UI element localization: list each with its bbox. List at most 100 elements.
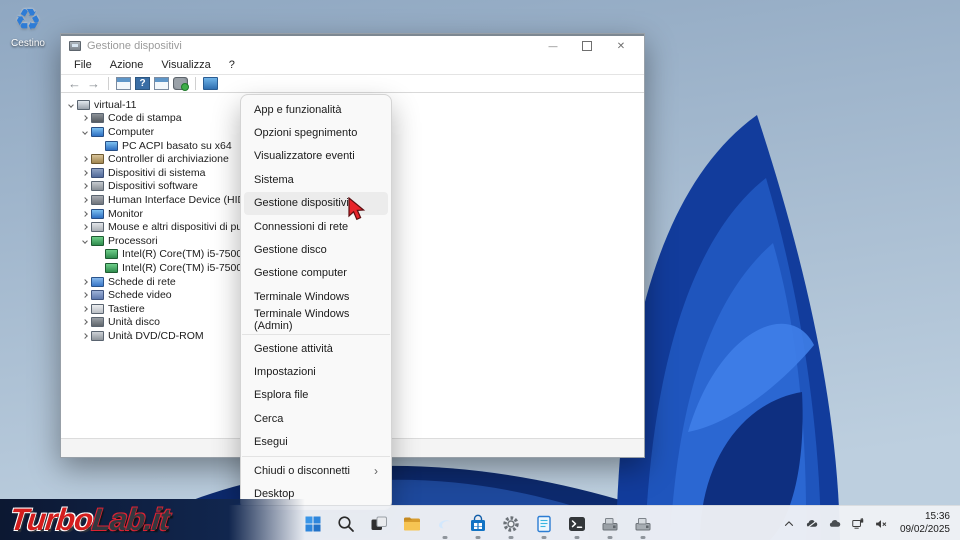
computer-management-icon xyxy=(633,514,653,534)
turbolab-watermark: TurboLab.it xyxy=(0,499,305,540)
menu-separator xyxy=(242,334,390,335)
tray-onedrive-paused-button[interactable] xyxy=(802,513,822,535)
tree-expand-chevron-icon[interactable] xyxy=(79,130,91,134)
tree-expand-chevron-icon[interactable] xyxy=(79,171,91,175)
running-indicator-dot xyxy=(607,536,612,539)
winx-item-esplora-file[interactable]: Esplora file xyxy=(244,384,388,407)
cpu-device-icon xyxy=(91,236,104,246)
taskbar-terminal-button[interactable] xyxy=(560,508,593,540)
winx-item-opzioni-spegnimento[interactable]: Opzioni spegnimento xyxy=(244,121,388,144)
back-icon[interactable] xyxy=(67,77,82,90)
tree-spacer xyxy=(93,266,105,270)
tray-hidden-icons-chevron-button[interactable] xyxy=(779,513,799,535)
computer-device-icon xyxy=(77,100,90,110)
tree-expand-chevron-icon[interactable] xyxy=(79,320,91,324)
recycle-bin-icon: ♻ xyxy=(6,4,50,38)
winx-item-gestione-disco[interactable]: Gestione disco xyxy=(244,238,388,261)
winx-item-terminale-windows[interactable]: Terminale Windows xyxy=(244,285,388,308)
tree-expand-chevron-icon[interactable] xyxy=(79,307,91,311)
running-indicator-dot xyxy=(475,536,480,539)
tree-expand-chevron-icon[interactable] xyxy=(79,293,91,297)
winx-item-gestione-computer[interactable]: Gestione computer xyxy=(244,262,388,285)
taskbar-clock[interactable]: 15:36 09/02/2025 xyxy=(894,511,954,536)
search-icon xyxy=(336,514,356,534)
dvd-device-icon xyxy=(91,331,104,341)
tray-cloud-button[interactable] xyxy=(825,513,845,535)
storage-device-icon xyxy=(91,154,104,164)
tree-expand-chevron-icon[interactable] xyxy=(65,103,77,107)
taskbar-edge-button[interactable] xyxy=(428,508,461,540)
cpu-device-icon xyxy=(105,263,118,273)
tree-expand-chevron-icon[interactable] xyxy=(79,239,91,243)
winx-item-app-e-funzionalit[interactable]: App e funzionalità xyxy=(244,98,388,121)
scan-hardware-icon[interactable] xyxy=(173,77,188,90)
taskbar-search-button[interactable] xyxy=(329,508,362,540)
forward-icon[interactable] xyxy=(86,77,101,90)
running-indicator-dot xyxy=(574,536,579,539)
settings-icon xyxy=(501,514,521,534)
start-icon xyxy=(303,514,323,534)
tree-expand-chevron-icon[interactable] xyxy=(79,184,91,188)
tray-volume-muted-button[interactable] xyxy=(871,513,891,535)
window-menubar: FileAzioneVisualizza? xyxy=(61,56,644,75)
tree-expand-chevron-icon[interactable] xyxy=(79,225,91,229)
winx-item-esegui[interactable]: Esegui xyxy=(244,430,388,453)
network-device-icon xyxy=(91,277,104,287)
taskbar-file-explorer-button[interactable] xyxy=(395,508,428,540)
tree-spacer xyxy=(93,252,105,256)
winx-item-chiudi-o-disconnetti[interactable]: Chiudi o disconnetti› xyxy=(244,459,388,482)
properties-icon[interactable] xyxy=(154,77,169,90)
taskbar-task-view-button[interactable] xyxy=(362,508,395,540)
menubar-item-file[interactable]: File xyxy=(65,57,101,73)
mouse-device-icon xyxy=(91,222,104,232)
window-title: Gestione dispositivi xyxy=(87,40,536,52)
monitor-device-icon xyxy=(91,127,104,137)
taskbar-store-button[interactable] xyxy=(461,508,494,540)
minimize-button[interactable] xyxy=(536,36,570,56)
task-view-icon xyxy=(369,514,389,534)
menubar-item-visualizza[interactable]: Visualizza xyxy=(152,57,219,73)
recycle-bin-label: Cestino xyxy=(6,38,50,49)
menubar-item-help[interactable]: ? xyxy=(220,57,244,73)
taskbar-notepad-button[interactable] xyxy=(527,508,560,540)
tree-expand-chevron-icon[interactable] xyxy=(79,198,91,202)
maximize-button[interactable] xyxy=(570,36,604,56)
winx-item-sistema[interactable]: Sistema xyxy=(244,168,388,191)
winx-item-impostazioni[interactable]: Impostazioni xyxy=(244,360,388,383)
winx-item-connessioni-di-rete[interactable]: Connessioni di rete xyxy=(244,215,388,238)
notepad-icon xyxy=(534,514,554,534)
tree-expand-chevron-icon[interactable] xyxy=(79,280,91,284)
taskbar-device-manager-button[interactable] xyxy=(593,508,626,540)
cpu-device-icon xyxy=(105,249,118,259)
close-button[interactable] xyxy=(604,36,638,56)
toolbar-separator xyxy=(108,77,109,90)
winx-item-gestione-attivit[interactable]: Gestione attività xyxy=(244,337,388,360)
tree-expand-chevron-icon[interactable] xyxy=(79,212,91,216)
window-titlebar[interactable]: Gestione dispositivi xyxy=(61,34,644,56)
taskbar-computer-management-button[interactable] xyxy=(626,508,659,540)
taskbar-settings-button[interactable] xyxy=(494,508,527,540)
menubar-item-azione[interactable]: Azione xyxy=(101,57,153,73)
edge-icon xyxy=(435,514,455,534)
console-window-icon[interactable] xyxy=(116,77,131,90)
tray-date: 09/02/2025 xyxy=(900,524,950,537)
tray-network-ethernet-button[interactable] xyxy=(848,513,868,535)
disk-device-icon xyxy=(91,317,104,327)
winx-quick-menu: App e funzionalitàOpzioni spegnimentoVis… xyxy=(240,94,392,510)
hidden-icons-chevron-icon xyxy=(782,517,796,531)
tree-expand-chevron-icon[interactable] xyxy=(79,334,91,338)
hid-device-icon xyxy=(91,195,104,205)
recycle-bin-desktop-icon[interactable]: ♻ Cestino xyxy=(6,4,50,49)
store-icon xyxy=(468,514,488,534)
system-device-icon xyxy=(91,168,104,178)
device-screen-icon[interactable] xyxy=(203,77,218,90)
winx-item-gestione-dispositivi[interactable]: Gestione dispositivi xyxy=(244,192,388,215)
tree-expand-chevron-icon[interactable] xyxy=(79,157,91,161)
winx-item-terminale-windows-admin[interactable]: Terminale Windows (Admin) xyxy=(244,309,388,332)
winx-item-cerca[interactable]: Cerca xyxy=(244,407,388,430)
help-icon[interactable] xyxy=(135,77,150,90)
tree-expand-chevron-icon[interactable] xyxy=(79,116,91,120)
winx-item-visualizzatore-eventi[interactable]: Visualizzatore eventi xyxy=(244,145,388,168)
cloud-icon xyxy=(828,517,842,531)
running-indicator-dot xyxy=(442,536,447,539)
